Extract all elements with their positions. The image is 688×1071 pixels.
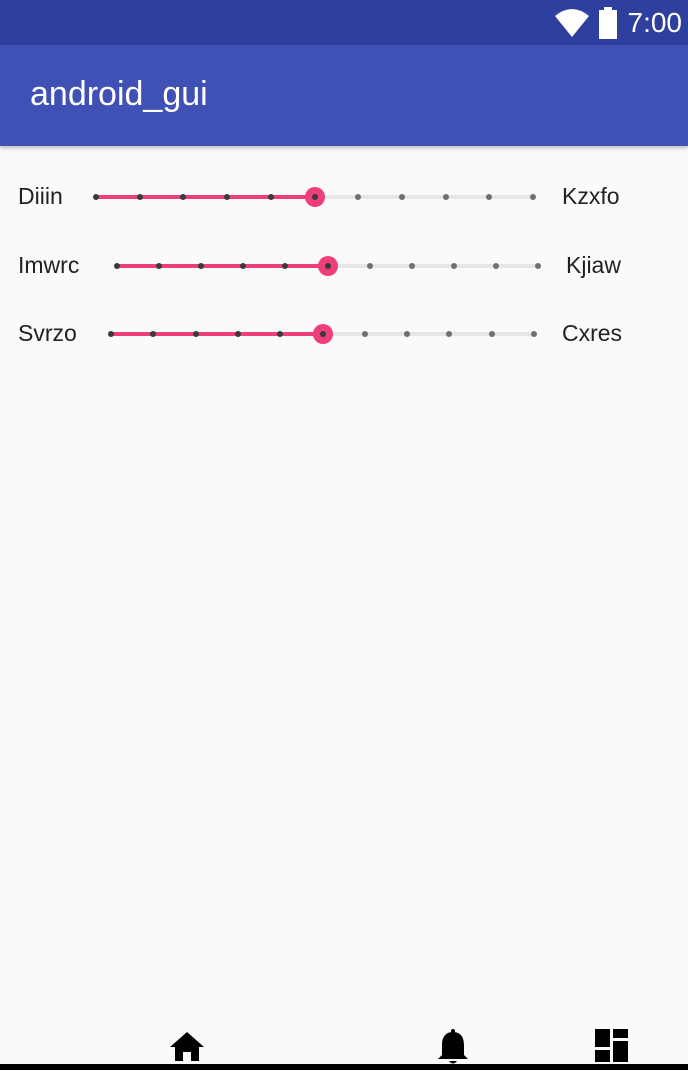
slider-track-fill [111, 332, 323, 336]
slider-tick [492, 263, 499, 269]
slider-thumb-dot [319, 331, 326, 337]
slider-tick [535, 263, 541, 269]
screen-bottom-edge [0, 1064, 688, 1070]
slider-row-2: Imwrc Kjiaw [0, 246, 688, 286]
status-icons: 7:00 [554, 0, 683, 45]
slider-tick [93, 194, 99, 200]
slider-tick [486, 194, 493, 200]
slider-tick [442, 194, 449, 200]
slider-tick [136, 194, 143, 200]
slider-2-left-label: Imwrc [18, 252, 80, 278]
slider-thumb[interactable] [317, 256, 338, 276]
slider-tick [366, 263, 373, 269]
slider-tick [282, 263, 289, 269]
slider-tick [361, 331, 368, 337]
slider-thumb[interactable] [304, 187, 325, 207]
wifi-icon [554, 8, 589, 37]
slider-thumb[interactable] [312, 324, 333, 344]
slider-tick [408, 263, 415, 269]
dashboard-icon [595, 1029, 628, 1062]
notifications-icon [438, 1029, 468, 1064]
slider-tick [404, 331, 411, 337]
slider-tick [398, 194, 405, 200]
nav-home-button[interactable] [167, 1026, 207, 1066]
slider-3[interactable] [108, 314, 537, 354]
slider-tick [224, 194, 231, 200]
status-bar: 7:00 [0, 0, 688, 45]
slider-tick [108, 331, 114, 337]
home-icon [170, 1032, 204, 1061]
slider-tick [180, 194, 187, 200]
slider-2-right-label: Kjiaw [566, 252, 621, 278]
slider-row-1: Diiin Kzxfo [0, 177, 688, 217]
nav-dashboard-button[interactable] [592, 1026, 632, 1066]
slider-tick [530, 194, 536, 200]
status-clock: 7:00 [627, 6, 683, 38]
slider-3-left-label: Svrzo [18, 320, 77, 346]
slider-tick [234, 331, 241, 337]
slider-tick [446, 331, 453, 337]
slider-thumb-dot [324, 263, 331, 269]
app-title: android_gui [30, 75, 208, 113]
slider-tick [277, 331, 284, 337]
slider-track-fill [117, 264, 328, 268]
slider-tick [150, 331, 157, 337]
slider-tick [114, 263, 120, 269]
slider-1-left-label: Diiin [18, 183, 63, 209]
battery-icon [598, 6, 617, 39]
slider-1-right-label: Kzxfo [562, 183, 620, 209]
nav-notifications-button[interactable] [433, 1026, 473, 1066]
slider-tick [531, 331, 537, 337]
slider-tick [192, 331, 199, 337]
bottom-navigation [0, 1020, 688, 1070]
slider-1[interactable] [93, 177, 536, 217]
slider-tick [156, 263, 163, 269]
slider-tick [450, 263, 457, 269]
slider-tick [488, 331, 495, 337]
slider-track-fill [96, 195, 315, 199]
slider-tick [355, 194, 362, 200]
slider-tick [267, 194, 274, 200]
slider-tick [240, 263, 247, 269]
slider-3-right-label: Cxres [562, 320, 623, 346]
slider-2[interactable] [114, 246, 541, 286]
slider-row-3: Svrzo Cxres [0, 314, 688, 354]
app-bar: android_gui [0, 45, 688, 146]
slider-tick [198, 263, 205, 269]
slider-thumb-dot [311, 194, 318, 200]
